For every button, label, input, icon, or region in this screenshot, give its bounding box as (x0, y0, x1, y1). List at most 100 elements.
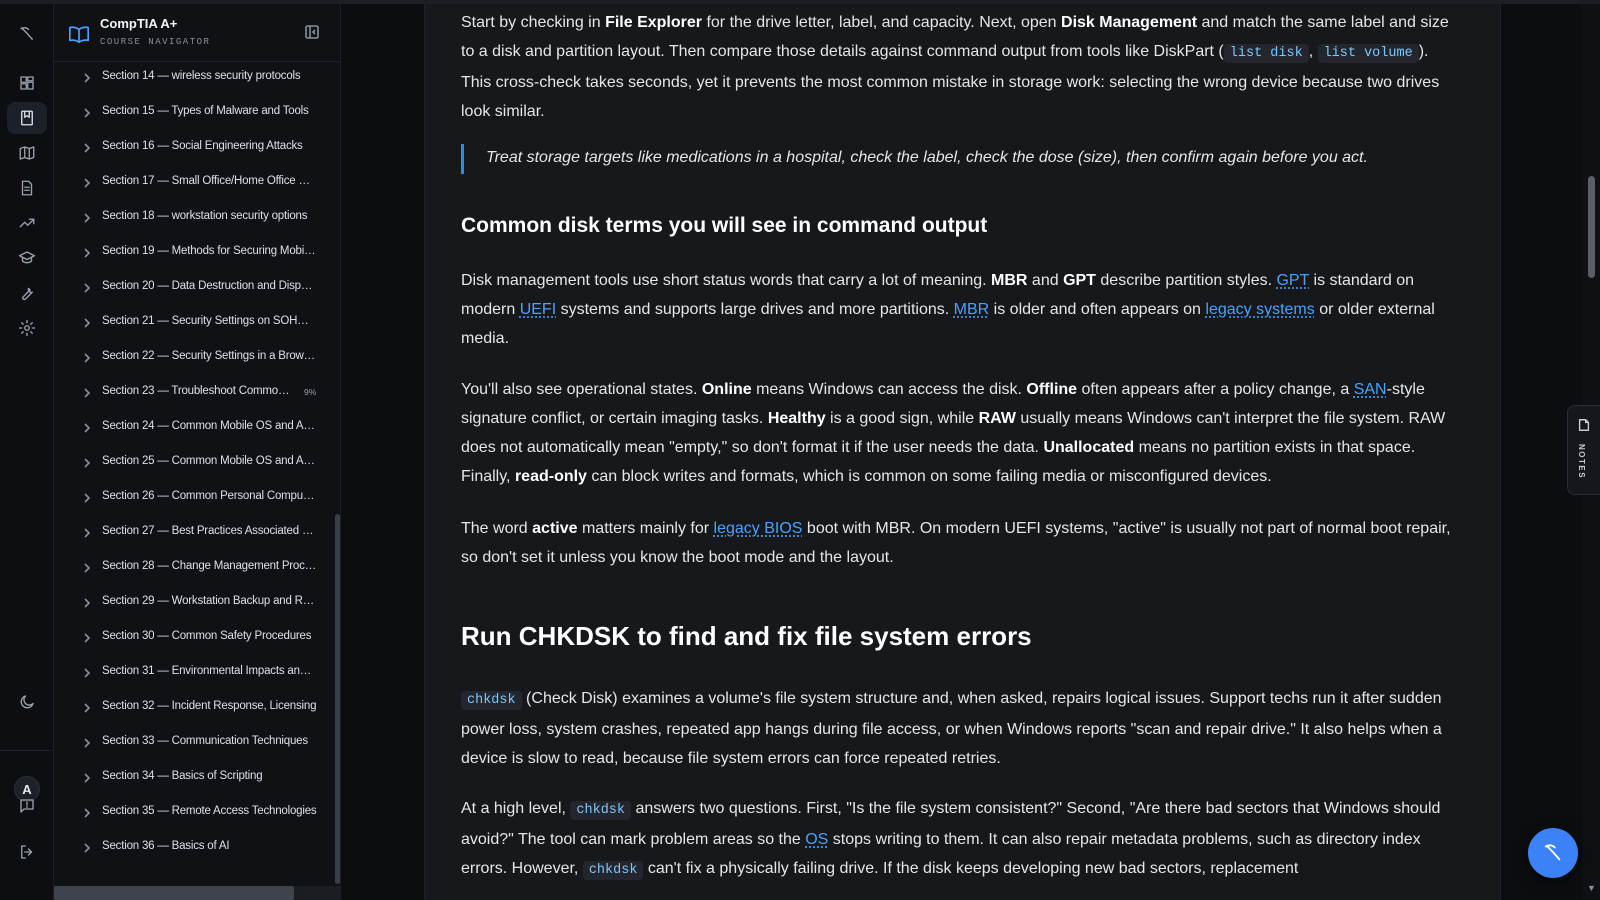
wrench-icon[interactable] (7, 277, 47, 309)
section-item[interactable]: Section 24 — Common Mobile OS and App Is… (54, 412, 332, 442)
text: (Check Disk) examines a volume's file sy… (461, 690, 1442, 767)
section-item[interactable]: Section 30 — Common Safety Procedures (54, 622, 332, 652)
text: Start by checking in (461, 14, 606, 31)
paragraph-partition-styles: Disk management tools use short status w… (461, 266, 1461, 353)
section-label: Section 35 — Remote Access Technologies (102, 805, 317, 817)
text: is older and often appears on (989, 301, 1206, 318)
inline-code: list volume (1317, 44, 1419, 63)
text: systems and supports large drives and mo… (556, 301, 954, 318)
pickaxe-icon[interactable] (7, 18, 47, 50)
glossary-link[interactable]: legacy BIOS (714, 520, 803, 537)
sidebar-scrollbar[interactable] (335, 514, 340, 884)
bold-term: Disk Management (1061, 14, 1198, 31)
section-item[interactable]: Section 27 — Best Practices Associated w… (54, 517, 332, 547)
chevron-right-icon (82, 841, 92, 853)
icon-rail: A (0, 4, 54, 900)
paragraph-chkdsk-questions: At a high level, chkdsk answers two ques… (461, 794, 1461, 885)
section-label: Section 30 — Common Safety Procedures (102, 630, 312, 642)
paragraph-active-flag: The word active matters mainly for legac… (461, 514, 1461, 572)
section-item[interactable]: Section 25 — Common Mobile OS and App Se… (54, 447, 332, 477)
glossary-link[interactable]: SAN (1354, 381, 1387, 398)
map-icon[interactable] (7, 137, 47, 169)
moon-icon[interactable] (7, 686, 47, 718)
bold-term: Healthy (767, 410, 826, 427)
chevron-right-icon (82, 596, 92, 608)
section-item[interactable]: Section 35 — Remote Access Technologies (54, 797, 332, 827)
section-item[interactable]: Section 22 — Security Settings in a Brow… (54, 342, 332, 372)
section-item[interactable]: Section 14 — wireless security protocols (54, 62, 332, 92)
bold-term: MBR (991, 272, 1028, 289)
section-item[interactable]: Section 26 — Common Personal Computer Is… (54, 482, 332, 512)
section-item[interactable]: Section 19 — Methods for Securing Mobile… (54, 237, 332, 267)
chevron-right-icon (82, 281, 92, 293)
gear-icon[interactable] (7, 312, 47, 344)
text: often appears after a policy change, a (1077, 381, 1354, 398)
section-label: Section 21 — Security Settings on SOHO N… (102, 315, 317, 327)
chevron-right-icon (82, 176, 92, 188)
section-label: Section 36 — Basics of AI (102, 840, 230, 852)
inline-code: chkdsk (461, 691, 522, 710)
section-label: Section 33 — Communication Techniques (102, 735, 308, 747)
logout-icon[interactable] (7, 836, 47, 868)
tools-fab-button[interactable] (1528, 828, 1578, 878)
chevron-right-icon (82, 666, 92, 678)
section-label: Section 17 — Small Office/Home Office Ne… (102, 175, 317, 187)
section-item[interactable]: Section 32 — Incident Response, Licensin… (54, 692, 332, 722)
course-subtitle: COURSE NAVIGATOR (100, 37, 211, 47)
section-item[interactable]: Section 29 — Workstation Backup and Reco… (54, 587, 332, 617)
glossary-link[interactable]: legacy systems (1205, 301, 1314, 318)
section-item[interactable]: Section 15 — Types of Malware and Tools (54, 97, 332, 127)
feedback-icon[interactable] (7, 790, 47, 822)
trending-up-icon[interactable] (7, 207, 47, 239)
pickaxe-icon (1544, 844, 1561, 861)
section-item[interactable]: Section 20 — Data Destruction and Dispos… (54, 272, 332, 302)
glossary-link[interactable]: UEFI (520, 301, 556, 318)
section-item[interactable]: Section 31 — Environmental Impacts and C… (54, 657, 332, 687)
section-item[interactable]: Section 23 — Troubleshoot Common Issues 9… (54, 377, 332, 407)
chevron-right-icon (82, 211, 92, 223)
glossary-link[interactable]: OS (805, 831, 828, 848)
bold-term: GPT (1063, 272, 1096, 289)
chevron-right-icon (82, 141, 92, 153)
section-label: Section 27 — Best Practices Associated w… (102, 525, 317, 537)
course-navigator: CompTIA A+ COURSE NAVIGATOR Section 14 —… (54, 4, 341, 900)
glossary-link[interactable]: GPT (1276, 272, 1309, 289)
section-item[interactable]: Section 28 — Change Management Procedure… (54, 552, 332, 582)
sidebar-hscroll-thumb[interactable] (54, 886, 294, 900)
notes-tab[interactable]: NOTES (1567, 405, 1600, 495)
bold-term: active (532, 520, 578, 537)
text: is a good sign, while (825, 410, 979, 427)
section-label: Section 25 — Common Mobile OS and App Se… (102, 455, 317, 467)
section-label: Section 28 — Change Management Procedure… (102, 560, 317, 572)
text: can't fix a physically failing drive. If… (643, 860, 1299, 877)
bookmark-book-icon[interactable] (7, 102, 47, 134)
document-icon[interactable] (7, 172, 47, 204)
text: , (1308, 43, 1318, 60)
lesson-article: Start by checking in File Explorer for t… (424, 4, 1501, 900)
section-item[interactable]: Section 33 — Communication Techniques (54, 727, 332, 757)
section-label: Section 24 — Common Mobile OS and App Is… (102, 420, 317, 432)
section-label: Section 29 — Workstation Backup and Reco… (102, 595, 317, 607)
scroll-down-arrow-icon[interactable]: ▼ (1587, 884, 1597, 893)
section-item[interactable]: Section 36 — Basics of AI (54, 832, 332, 862)
section-item[interactable]: Section 16 — Social Engineering Attacks (54, 132, 332, 162)
text: You'll also see operational states. (461, 381, 702, 398)
dashboard-icon[interactable] (7, 67, 47, 99)
page-scrollbar-thumb[interactable] (1588, 176, 1595, 278)
chevron-right-icon (82, 736, 92, 748)
section-item[interactable]: Section 21 — Security Settings on SOHO N… (54, 307, 332, 337)
glossary-link[interactable]: MBR (954, 301, 990, 318)
text: and (1027, 272, 1064, 289)
collapse-sidebar-icon[interactable] (304, 24, 320, 40)
paragraph-cross-check: Start by checking in File Explorer for t… (461, 8, 1461, 126)
chevron-right-icon (82, 71, 92, 83)
graduation-cap-icon[interactable] (7, 242, 47, 274)
rail-divider (0, 750, 54, 751)
section-item[interactable]: Section 34 — Basics of Scripting (54, 762, 332, 792)
section-item[interactable]: Section 18 — workstation security option… (54, 202, 332, 232)
section-item[interactable]: Section 17 — Small Office/Home Office Ne… (54, 167, 332, 197)
inline-code: chkdsk (570, 801, 632, 820)
progress-badge: 9% (304, 387, 317, 397)
text: describe partition styles. (1095, 272, 1277, 289)
bold-term: Online (701, 381, 752, 398)
